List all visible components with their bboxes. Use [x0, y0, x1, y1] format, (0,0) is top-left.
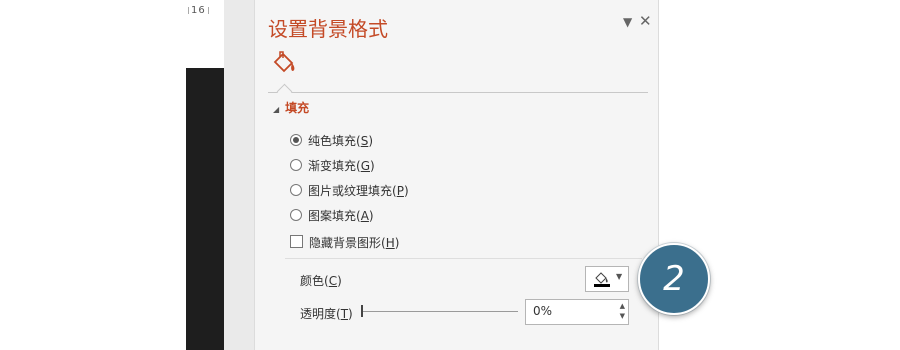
spin-up-icon[interactable]: ▲ — [620, 302, 625, 310]
fill-tab-paint-bucket-icon[interactable] — [271, 50, 297, 76]
access-key: G — [360, 159, 370, 173]
transparency-slider-track[interactable] — [363, 311, 518, 312]
option-label-end: ) — [368, 134, 373, 148]
ruler: 16 — [186, 5, 226, 17]
ruler-tick — [188, 6, 189, 14]
close-icon[interactable]: ✕ — [639, 12, 652, 30]
radio-button[interactable] — [290, 159, 302, 171]
slide-canvas[interactable] — [186, 68, 224, 350]
collapse-triangle-icon: ◢ — [273, 105, 280, 114]
color-swatch — [594, 284, 610, 287]
checkbox[interactable] — [290, 235, 303, 248]
option-label: 图案填充( — [308, 209, 361, 223]
color-label-end: ) — [337, 274, 342, 288]
access-key: H — [385, 236, 395, 250]
workspace-background — [224, 0, 254, 350]
section-divider — [285, 258, 642, 259]
ruler-tick — [207, 6, 209, 14]
tab-selection-notch — [276, 83, 293, 100]
tab-divider — [268, 92, 648, 93]
transparency-label: 透明度(T) — [300, 305, 353, 322]
radio-pattern-fill[interactable]: 图案填充(A) — [290, 207, 374, 224]
transparency-input[interactable] — [526, 300, 617, 322]
access-key: P — [396, 184, 404, 198]
pane-title: 设置背景格式 — [268, 17, 388, 41]
fill-color-button[interactable]: ▼ — [585, 266, 629, 292]
access-key: A — [360, 209, 369, 223]
chevron-down-icon[interactable]: ▼ — [616, 272, 622, 281]
option-label: 隐藏背景图形( — [309, 236, 386, 250]
format-background-pane: 设置背景格式 ▼ ✕ ◢ 填充 纯色填充(S) 渐变填充(G) 图片或纹理填充(P… — [254, 0, 659, 350]
ruler-number: 16 — [191, 5, 206, 16]
radio-button-selected[interactable] — [290, 134, 302, 146]
fill-section-header[interactable]: ◢ 填充 — [273, 99, 309, 116]
fill-section-label: 填充 — [285, 101, 310, 115]
transparency-spinner[interactable]: ▲ ▼ — [525, 299, 629, 325]
transparency-label-end: ) — [348, 307, 353, 321]
transparency-label-text: 透明度( — [300, 307, 341, 321]
radio-gradient-fill[interactable]: 渐变填充(G) — [290, 157, 375, 174]
access-key: C — [328, 274, 338, 288]
pane-options-chevron-down-icon[interactable]: ▼ — [623, 15, 632, 29]
access-key: T — [340, 307, 349, 321]
option-label-end: ) — [394, 236, 400, 250]
option-label: 渐变填充( — [308, 159, 361, 173]
radio-button[interactable] — [290, 209, 302, 221]
spin-down-icon[interactable]: ▼ — [620, 312, 625, 320]
option-label-end: ) — [370, 159, 375, 173]
checkbox-hide-background-graphics[interactable]: 隐藏背景图形(H) — [290, 234, 399, 251]
transparency-slider-thumb[interactable] — [361, 305, 363, 317]
radio-solid-fill[interactable]: 纯色填充(S) — [290, 132, 373, 149]
option-label-end: ) — [403, 184, 409, 198]
radio-picture-texture-fill[interactable]: 图片或纹理填充(P) — [290, 182, 409, 199]
step-number-badge: 2 — [638, 243, 710, 315]
color-label: 颜色(C) — [300, 272, 342, 289]
option-label: 纯色填充( — [308, 134, 361, 148]
option-label: 图片或纹理填充( — [308, 184, 397, 198]
option-label-end: ) — [368, 209, 374, 223]
radio-button[interactable] — [290, 184, 302, 196]
color-label-text: 颜色( — [300, 274, 329, 288]
